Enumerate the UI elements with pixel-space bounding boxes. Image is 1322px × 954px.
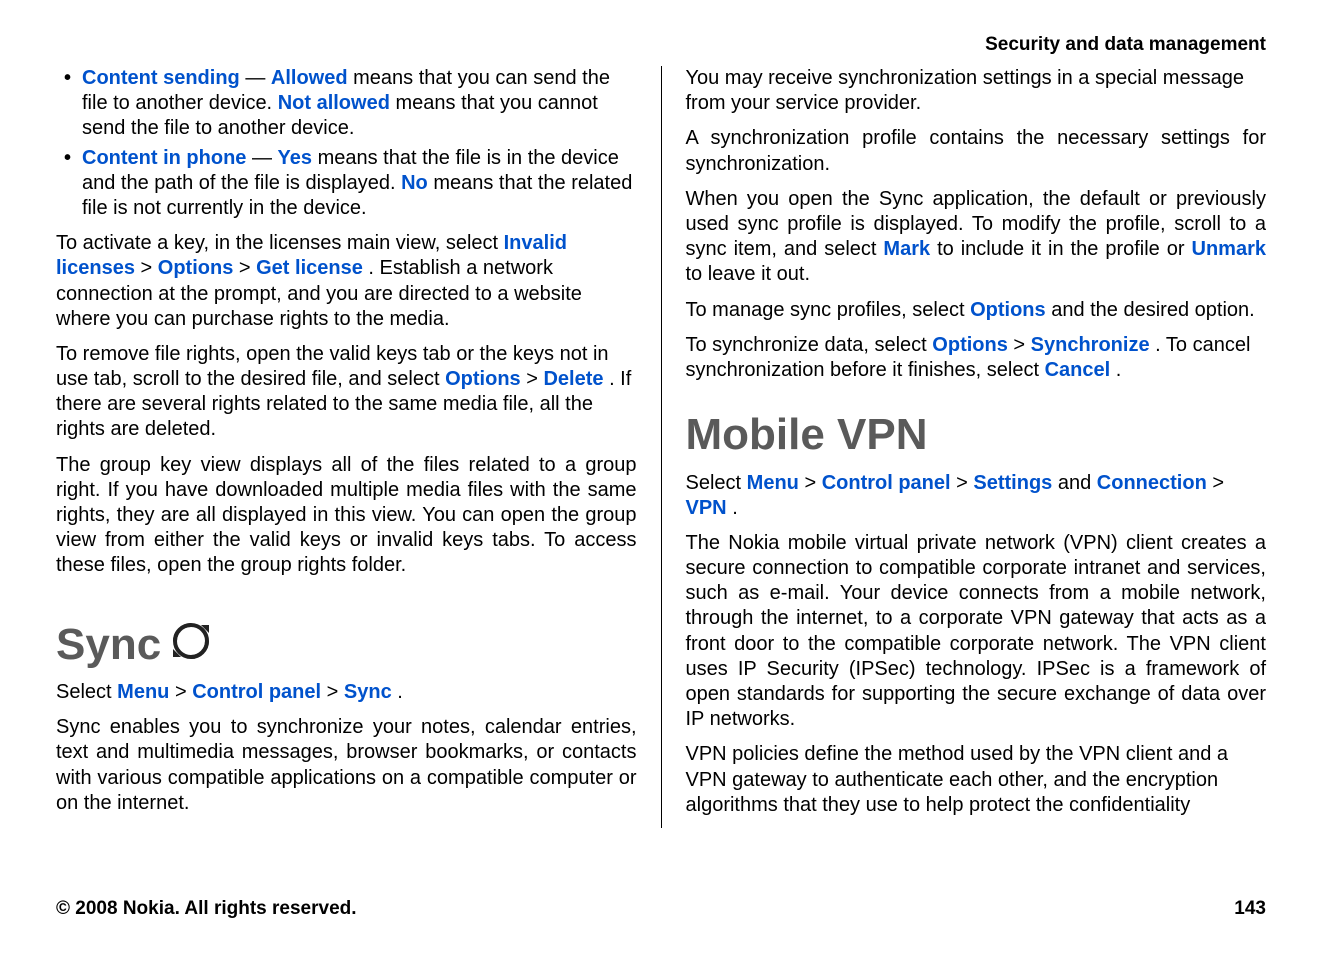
- bullet-list: Content sending — Allowed means that you…: [56, 66, 637, 221]
- label-allowed: Allowed: [271, 67, 348, 89]
- text: Select: [686, 472, 747, 494]
- sync-select-paragraph: Select Menu > Control panel > Sync .: [56, 680, 637, 705]
- label-cancel: Cancel: [1045, 359, 1111, 381]
- text: to include it in the profile or: [937, 238, 1191, 260]
- text: .: [397, 681, 403, 703]
- sep: >: [1013, 334, 1030, 356]
- sep: >: [239, 257, 256, 279]
- remove-rights-paragraph: To remove file rights, open the valid ke…: [56, 342, 637, 443]
- label-yes: Yes: [278, 147, 312, 169]
- text: and: [1058, 472, 1097, 494]
- label-settings: Settings: [973, 472, 1052, 494]
- label-sync: Sync: [344, 681, 392, 703]
- text: to leave it out.: [686, 263, 811, 285]
- activate-key-paragraph: To activate a key, in the licenses main …: [56, 231, 637, 332]
- label-vpn: VPN: [686, 497, 727, 519]
- text: and the desired option.: [1051, 299, 1255, 321]
- mobile-vpn-title: Mobile VPN: [686, 407, 1267, 462]
- right-column: You may receive synchronization settings…: [662, 66, 1267, 828]
- bullet-content-in-phone: Content in phone — Yes means that the fi…: [56, 146, 637, 222]
- sep: >: [141, 257, 158, 279]
- copyright: © 2008 Nokia. All rights reserved.: [56, 898, 357, 920]
- label-options: Options: [932, 334, 1008, 356]
- footer: © 2008 Nokia. All rights reserved. 143: [56, 898, 1266, 920]
- text: .: [732, 497, 738, 519]
- sep: >: [804, 472, 821, 494]
- text: .: [1116, 359, 1122, 381]
- label-not-allowed: Not allowed: [278, 92, 390, 114]
- sep: >: [175, 681, 192, 703]
- label-connection: Connection: [1097, 472, 1207, 494]
- label-control-panel: Control panel: [192, 681, 321, 703]
- dash: —: [245, 67, 271, 89]
- vpn-select-paragraph: Select Menu > Control panel > Settings a…: [686, 471, 1267, 521]
- group-key-paragraph: The group key view displays all of the f…: [56, 453, 637, 579]
- left-column: Content sending — Allowed means that you…: [56, 66, 662, 828]
- label-delete: Delete: [543, 368, 603, 390]
- sep: >: [526, 368, 543, 390]
- label-content-in-phone: Content in phone: [82, 147, 246, 169]
- bullet-content-sending: Content sending — Allowed means that you…: [56, 66, 637, 142]
- label-options: Options: [445, 368, 521, 390]
- sep: >: [1212, 472, 1224, 494]
- label-menu: Menu: [117, 681, 169, 703]
- sync-description: Sync enables you to synchronize your not…: [56, 715, 637, 816]
- sep: >: [956, 472, 973, 494]
- open-sync-paragraph: When you open the Sync application, the …: [686, 187, 1267, 288]
- label-options: Options: [970, 299, 1046, 321]
- label-menu: Menu: [747, 472, 799, 494]
- label-synchronize: Synchronize: [1031, 334, 1150, 356]
- vpn-policies-paragraph: VPN policies define the method used by t…: [686, 742, 1267, 818]
- dash: —: [252, 147, 278, 169]
- section-header: Security and data management: [56, 34, 1266, 56]
- label-control-panel: Control panel: [822, 472, 951, 494]
- sync-heading: Sync: [56, 617, 637, 672]
- page-number: 143: [1234, 898, 1266, 920]
- vpn-description: The Nokia mobile virtual private network…: [686, 531, 1267, 733]
- manage-profiles-paragraph: To manage sync profiles, select Options …: [686, 298, 1267, 323]
- text: Select: [56, 681, 117, 703]
- sep: >: [327, 681, 344, 703]
- synchronize-paragraph: To synchronize data, select Options > Sy…: [686, 333, 1267, 383]
- label-no: No: [401, 172, 428, 194]
- page: Security and data management Content sen…: [0, 0, 1322, 954]
- text: To synchronize data, select: [686, 334, 933, 356]
- columns: Content sending — Allowed means that you…: [56, 66, 1266, 828]
- label-unmark: Unmark: [1192, 238, 1266, 260]
- label-content-sending: Content sending: [82, 67, 240, 89]
- receive-settings-paragraph: You may receive synchronization settings…: [686, 66, 1267, 116]
- label-get-license: Get license: [256, 257, 363, 279]
- text: To manage sync profiles, select: [686, 299, 971, 321]
- profile-paragraph: A synchronization profile contains the n…: [686, 126, 1267, 176]
- label-mark: Mark: [883, 238, 930, 260]
- label-options: Options: [158, 257, 234, 279]
- text: To activate a key, in the licenses main …: [56, 232, 504, 254]
- sync-icon: [171, 621, 211, 668]
- sync-title: Sync: [56, 617, 161, 672]
